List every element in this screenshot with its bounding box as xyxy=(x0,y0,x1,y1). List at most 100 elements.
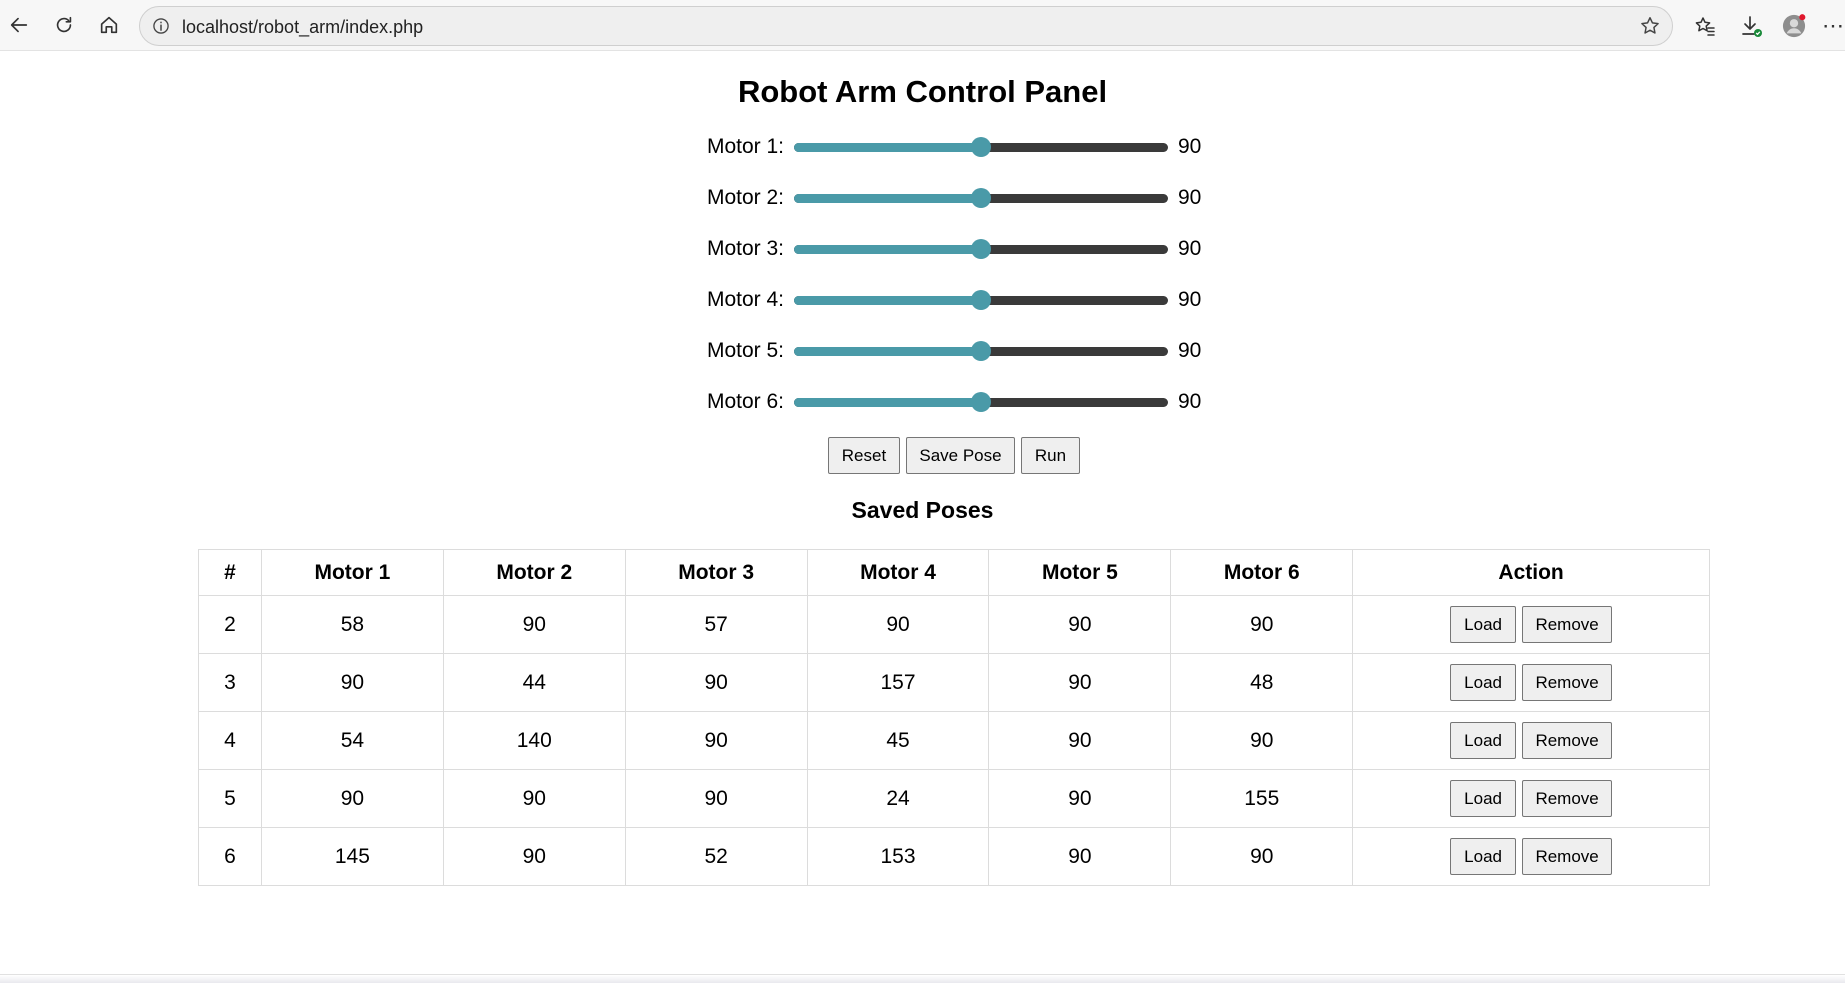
column-header: Motor 2 xyxy=(442,549,626,596)
profile-icon[interactable] xyxy=(1779,11,1809,41)
motor-6-cell: 155 xyxy=(1170,769,1354,828)
motor-5-cell: 90 xyxy=(988,653,1172,712)
motor-label: Motor 6: xyxy=(706,390,784,413)
action-cell: Load Remove xyxy=(1352,827,1710,886)
slider-fill xyxy=(794,143,981,152)
motor-3-cell: 52 xyxy=(624,827,808,886)
saved-poses-title: Saved Poses xyxy=(851,497,994,523)
motor-value: 90 xyxy=(1178,339,1202,362)
motor-value: 90 xyxy=(1178,390,1202,413)
reset-button[interactable]: Reset xyxy=(828,437,900,474)
slider-thumb[interactable] xyxy=(971,137,991,157)
motor-1-cell: 90 xyxy=(260,769,444,828)
info-icon[interactable] xyxy=(150,15,172,37)
run-button[interactable]: Run xyxy=(1021,437,1080,474)
save-pose-button[interactable]: Save Pose xyxy=(906,437,1015,474)
refresh-icon[interactable] xyxy=(49,10,79,40)
slider-thumb[interactable] xyxy=(971,239,991,259)
motor-5-cell: 90 xyxy=(988,711,1172,770)
table-header-row: # Motor 1 Motor 2 Motor 3 Motor 4 Motor 5 Moto… xyxy=(198,549,1710,596)
motor-value: 90 xyxy=(1178,135,1202,158)
page-title: Robot Arm Control Panel xyxy=(737,74,1108,109)
motor-6-cell: 90 xyxy=(1170,595,1354,654)
motor-5-cell: 90 xyxy=(988,595,1172,654)
load-button[interactable]: Load xyxy=(1450,722,1517,759)
motor-2-cell: 44 xyxy=(442,653,626,712)
column-header: Motor 1 xyxy=(260,549,444,596)
remove-button[interactable]: Remove xyxy=(1522,664,1613,701)
pose-number-cell: 4 xyxy=(198,711,262,770)
motor-2-cell: 90 xyxy=(442,595,626,654)
motor-row-2: Motor 2: 90 xyxy=(690,180,1218,216)
motor-1-slider[interactable] xyxy=(794,129,1168,165)
slider-thumb[interactable] xyxy=(971,392,991,412)
motor-row-5: Motor 5: 90 xyxy=(690,333,1218,369)
column-header: # xyxy=(198,549,262,596)
action-cell: Load Remove xyxy=(1352,711,1710,770)
motor-label: Motor 5: xyxy=(706,339,784,362)
motor-row-4: Motor 4: 90 xyxy=(690,282,1218,318)
slider-fill xyxy=(794,347,981,356)
pose-number-cell: 3 xyxy=(198,653,262,712)
motor-3-slider[interactable] xyxy=(794,231,1168,267)
slider-thumb[interactable] xyxy=(971,290,991,310)
remove-button[interactable]: Remove xyxy=(1522,780,1613,817)
motor-1-cell: 58 xyxy=(260,595,444,654)
motor-label: Motor 1: xyxy=(706,135,784,158)
motor-4-cell: 153 xyxy=(806,827,990,886)
slider-thumb[interactable] xyxy=(971,188,991,208)
load-button[interactable]: Load xyxy=(1450,780,1517,817)
downloads-icon[interactable] xyxy=(1736,11,1766,41)
remove-button[interactable]: Remove xyxy=(1522,606,1613,643)
window-bottom-edge xyxy=(0,974,1845,983)
slider-fill xyxy=(794,194,981,203)
motor-label: Motor 2: xyxy=(706,186,784,209)
slider-fill xyxy=(794,398,981,407)
load-button[interactable]: Load xyxy=(1450,838,1517,875)
browser-toolbar: localhost/robot_arm/index.php ⋯ xyxy=(0,0,1845,51)
star-icon[interactable] xyxy=(1638,14,1662,38)
column-header: Motor 3 xyxy=(624,549,808,596)
motor-label: Motor 3: xyxy=(706,237,784,260)
remove-button[interactable]: Remove xyxy=(1522,722,1613,759)
motor-2-cell: 90 xyxy=(442,769,626,828)
load-button[interactable]: Load xyxy=(1450,664,1517,701)
saved-poses-table: # Motor 1 Motor 2 Motor 3 Motor 4 Motor 5 Moto… xyxy=(198,549,1710,886)
table-row: 3 90 44 90 157 90 48 Load Remove xyxy=(198,653,1710,712)
motor-3-cell: 90 xyxy=(624,653,808,712)
back-arrow-icon[interactable] xyxy=(4,10,34,40)
more-dots-icon[interactable]: ⋯ xyxy=(1822,11,1845,41)
pose-number-cell: 6 xyxy=(198,827,262,886)
action-cell: Load Remove xyxy=(1352,653,1710,712)
motor-2-cell: 90 xyxy=(442,827,626,886)
motor-4-cell: 24 xyxy=(806,769,990,828)
motor-5-cell: 90 xyxy=(988,769,1172,828)
load-button[interactable]: Load xyxy=(1450,606,1517,643)
address-bar[interactable]: localhost/robot_arm/index.php xyxy=(139,6,1673,46)
motor-row-1: Motor 1: 90 xyxy=(690,129,1218,165)
column-header: Motor 4 xyxy=(806,549,990,596)
motor-6-slider[interactable] xyxy=(794,384,1168,420)
motor-6-cell: 90 xyxy=(1170,711,1354,770)
action-cell: Load Remove xyxy=(1352,769,1710,828)
home-icon[interactable] xyxy=(94,10,124,40)
slider-fill xyxy=(794,245,981,254)
slider-thumb[interactable] xyxy=(971,341,991,361)
motor-1-cell: 54 xyxy=(260,711,444,770)
remove-button[interactable]: Remove xyxy=(1522,838,1613,875)
favorites-icon[interactable] xyxy=(1690,11,1720,41)
motor-5-slider[interactable] xyxy=(794,333,1168,369)
motor-value: 90 xyxy=(1178,288,1202,311)
motor-4-slider[interactable] xyxy=(794,282,1168,318)
motor-6-cell: 48 xyxy=(1170,653,1354,712)
motor-4-cell: 90 xyxy=(806,595,990,654)
motor-value: 90 xyxy=(1178,186,1202,209)
column-header: Action xyxy=(1352,549,1710,596)
motor-2-cell: 140 xyxy=(442,711,626,770)
motor-2-slider[interactable] xyxy=(794,180,1168,216)
column-header: Motor 6 xyxy=(1170,549,1354,596)
url-text[interactable]: localhost/robot_arm/index.php xyxy=(182,17,423,38)
motor-value: 90 xyxy=(1178,237,1202,260)
motor-5-cell: 90 xyxy=(988,827,1172,886)
action-cell: Load Remove xyxy=(1352,595,1710,654)
